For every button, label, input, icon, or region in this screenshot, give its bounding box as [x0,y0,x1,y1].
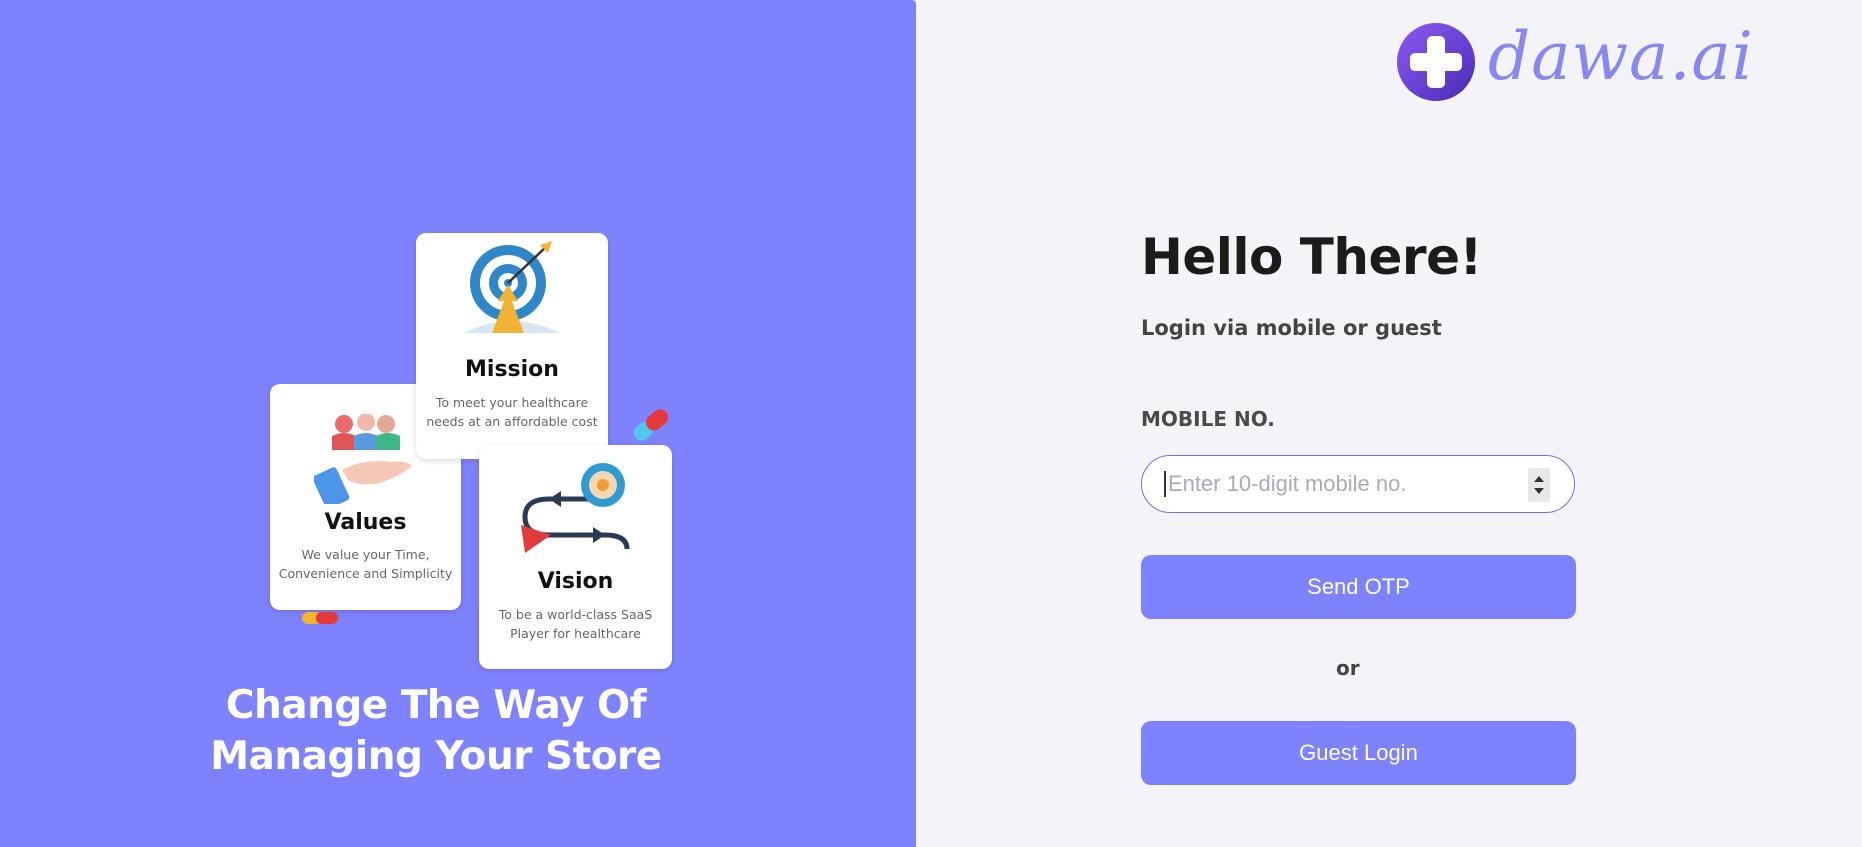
spinner-down-icon[interactable] [1534,488,1544,494]
vision-card: Vision To be a world-class SaaS Player f… [479,445,672,669]
or-divider: or [1336,656,1360,680]
pill-icon [633,409,669,441]
mission-title: Mission [465,357,559,382]
values-hands-icon [314,414,412,504]
spinner-up-icon[interactable] [1534,476,1544,482]
values-title: Values [324,510,407,535]
login-subtitle: Login via mobile or guest [1141,316,1442,340]
dawa-logo: dawa.ai [1396,18,1753,104]
hero-tagline: Change The Way Of Managing Your Store [200,680,672,782]
mobile-input[interactable] [1164,471,1528,497]
capsule-icon [302,612,338,624]
logo-wordmark: dawa.ai [1488,18,1754,95]
number-spinner[interactable] [1528,468,1550,502]
hero-panel: Values We value your Time, Convenience a… [0,0,916,847]
vision-title: Vision [537,569,614,594]
guest-login-button[interactable]: Guest Login [1141,721,1576,785]
mission-target-icon [464,241,560,333]
tagline-line-1: Change The Way Of [225,683,647,728]
mission-desc: To meet your healthcare needs at an affo… [426,395,598,429]
mission-card: Mission To meet your healthcare needs at… [416,233,608,459]
values-desc: We value your Time, Convenience and Simp… [278,547,453,581]
medical-cross-logo-icon [1397,23,1475,101]
mobile-input-wrapper[interactable] [1141,455,1575,513]
mobile-label: MOBILE NO. [1141,407,1275,431]
login-panel [916,0,1862,847]
tagline-line-2: Managing Your Store [210,734,662,779]
send-otp-button[interactable]: Send OTP [1141,555,1576,619]
vision-desc: To be a world-class SaaS Player for heal… [498,607,653,641]
vision-arrow-target-icon [521,463,630,553]
page-title: Hello There! [1141,228,1482,286]
